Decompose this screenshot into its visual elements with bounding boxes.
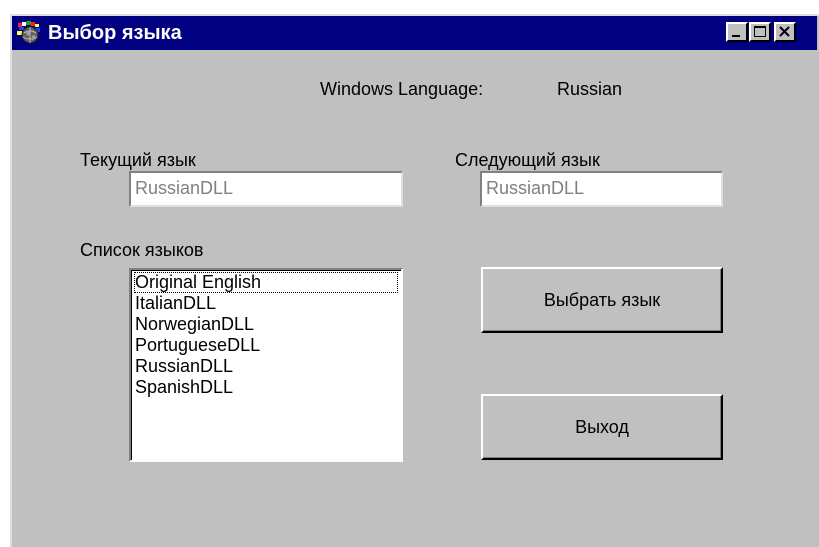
list-item[interactable]: Original English xyxy=(134,272,398,293)
language-list-label: Список языков xyxy=(80,240,204,260)
list-item[interactable]: ItalianDLL xyxy=(134,293,398,314)
next-language-label: Следующий язык xyxy=(455,150,600,170)
current-language-field: RussianDLL xyxy=(129,171,403,207)
windows-language-label: Windows Language: xyxy=(320,79,484,99)
language-selection-window: Выбор языка Windows Language: Russian Те… xyxy=(10,14,819,547)
list-item[interactable]: RussianDLL xyxy=(134,356,398,377)
minimize-button[interactable] xyxy=(726,22,748,42)
flag-globe-icon xyxy=(16,20,42,46)
next-language-field: RussianDLL xyxy=(480,171,723,207)
close-button[interactable] xyxy=(774,22,796,42)
window-title: Выбор языка xyxy=(48,22,182,44)
language-listbox[interactable]: Original English ItalianDLL NorwegianDLL… xyxy=(129,268,403,462)
list-item[interactable]: PortugueseDLL xyxy=(134,335,398,356)
title-bar[interactable]: Выбор языка xyxy=(12,16,817,50)
windows-language-value: Russian xyxy=(557,79,623,99)
list-item[interactable]: NorwegianDLL xyxy=(134,314,398,335)
current-language-label: Текущий язык xyxy=(80,150,196,170)
exit-button[interactable]: Выход xyxy=(481,394,723,460)
list-item[interactable]: SpanishDLL xyxy=(134,377,398,398)
maximize-button[interactable] xyxy=(749,22,771,42)
select-language-button[interactable]: Выбрать язык xyxy=(481,267,723,333)
